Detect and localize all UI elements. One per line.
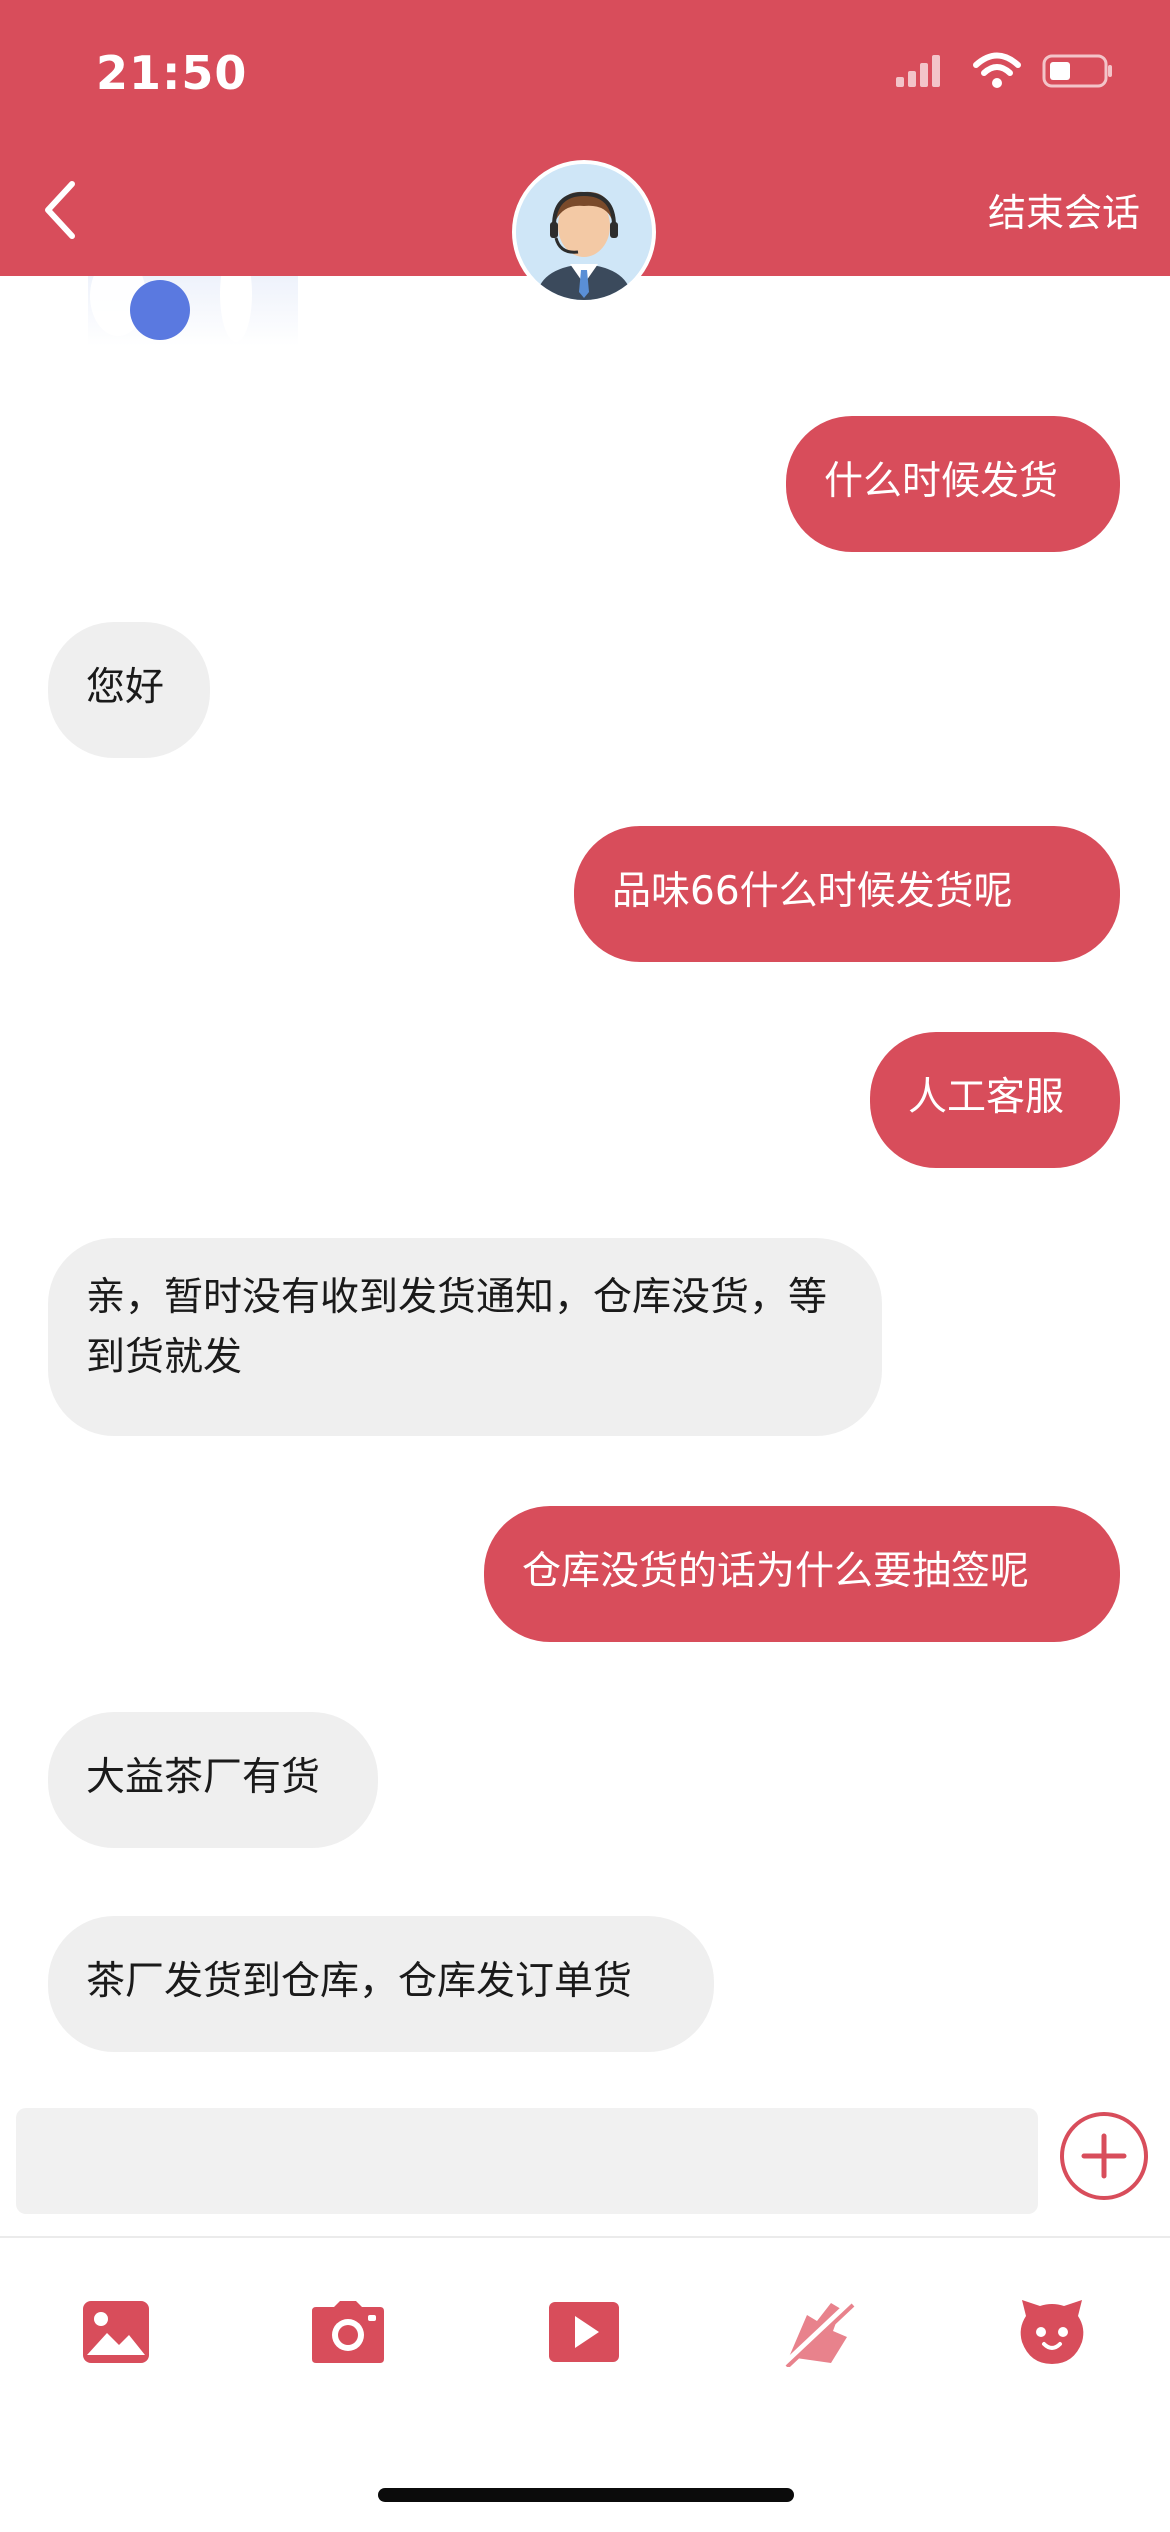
emoji-icon bbox=[1020, 2300, 1084, 2364]
order-button[interactable] bbox=[780, 2294, 856, 2370]
signal-icon bbox=[896, 55, 940, 87]
chevron-left-icon bbox=[45, 181, 75, 239]
video-icon bbox=[549, 2302, 619, 2362]
message-bubble-incoming: 大益茶厂有货 bbox=[48, 1712, 378, 1848]
status-time: 21:50 bbox=[96, 46, 248, 100]
video-button[interactable] bbox=[546, 2294, 622, 2370]
customer-service-agent-icon bbox=[516, 164, 652, 300]
message-bubble-outgoing: 仓库没货的话为什么要抽签呢 bbox=[484, 1506, 1120, 1642]
message-bubble-outgoing: 品味66什么时候发货呢 bbox=[574, 826, 1120, 962]
message-bubble-incoming: 您好 bbox=[48, 622, 210, 758]
image-button[interactable] bbox=[78, 2294, 154, 2370]
toolbar-divider bbox=[0, 2236, 1170, 2238]
message-bubble-outgoing: 人工客服 bbox=[870, 1032, 1120, 1168]
message-bubble-incoming: 茶厂发货到仓库，仓库发订单货 bbox=[48, 1916, 714, 2052]
order-icon bbox=[783, 2299, 855, 2367]
add-attachment-button[interactable] bbox=[1060, 2112, 1148, 2200]
message-bubble-outgoing: 什么时候发货 bbox=[786, 416, 1120, 552]
wifi-icon bbox=[973, 52, 1021, 88]
home-indicator[interactable] bbox=[378, 2488, 794, 2502]
plus-icon bbox=[1081, 2133, 1127, 2179]
image-thumbnail bbox=[90, 276, 252, 342]
message-bubble-incoming: 亲，暂时没有收到发货通知，仓库没货，等到货就发 bbox=[48, 1238, 882, 1436]
camera-button[interactable] bbox=[310, 2294, 386, 2370]
emoji-button[interactable] bbox=[1014, 2294, 1090, 2370]
scrolled-image-message[interactable] bbox=[88, 276, 298, 346]
camera-icon bbox=[312, 2301, 384, 2363]
end-session-button[interactable]: 结束会话 bbox=[988, 182, 1140, 237]
agent-avatar bbox=[512, 160, 656, 304]
status-icons bbox=[896, 52, 1114, 90]
battery-icon bbox=[1042, 54, 1112, 88]
back-button[interactable] bbox=[20, 170, 100, 250]
image-icon bbox=[83, 2301, 149, 2363]
message-input[interactable] bbox=[16, 2108, 1038, 2214]
